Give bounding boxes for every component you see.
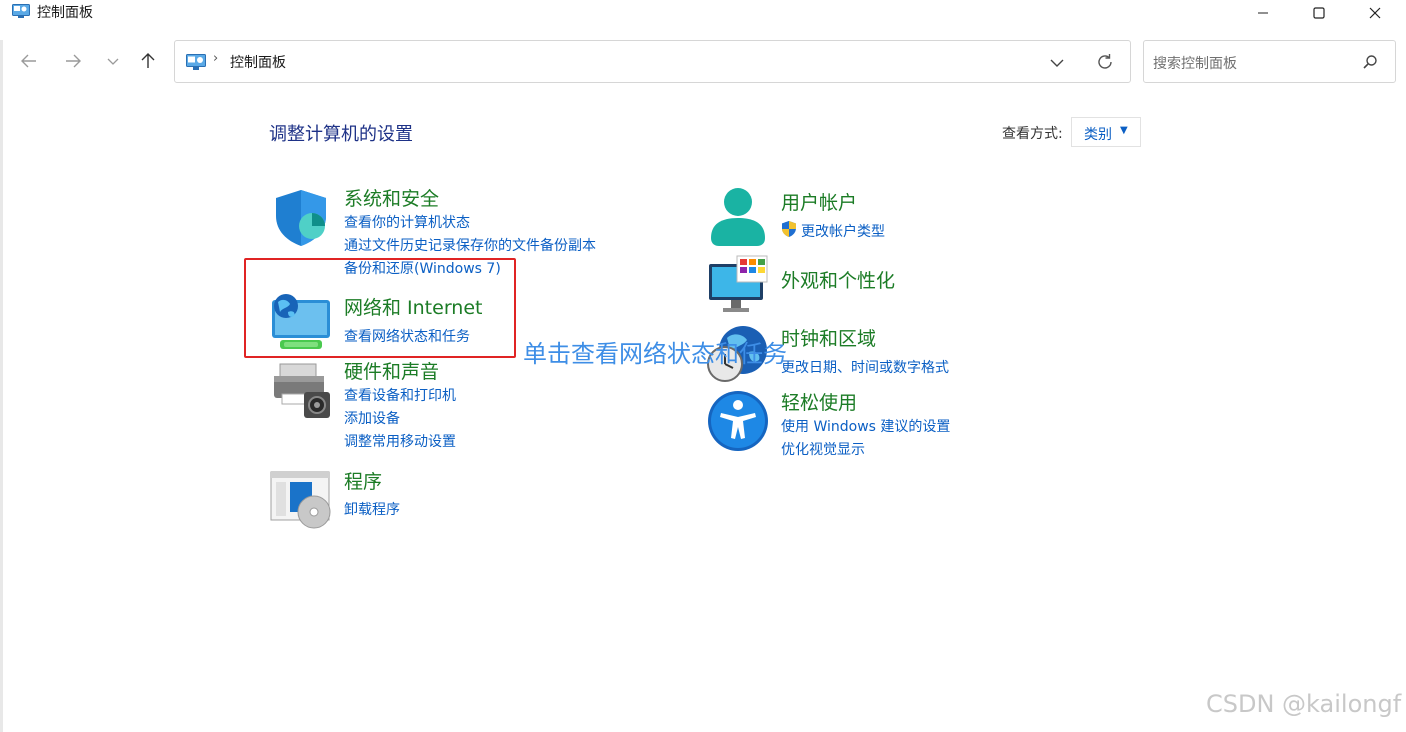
title-bar: 控制面板 [0,0,1406,26]
link-mobility-settings[interactable]: 调整常用移动设置 [344,431,456,451]
close-button[interactable] [1352,0,1398,26]
category-programs[interactable]: 程序 [344,467,382,494]
category-clock-region[interactable]: 时钟和区域 [781,324,876,351]
category-system-security[interactable]: 系统和安全 [344,184,439,211]
view-by-label: 查看方式: [1002,126,1063,142]
refresh-icon[interactable] [1095,52,1115,72]
annotation-text: 单击查看网络状态和任务 [523,340,787,368]
programs-icon [270,471,331,529]
arrow-left-icon [21,54,36,68]
breadcrumb-control-panel[interactable]: 控制面板 [230,52,286,72]
chevron-down-icon [107,58,119,65]
category-hardware-sound[interactable]: 硬件和声音 [344,357,439,384]
link-file-history-backup[interactable]: 通过文件历史记录保存你的文件备份副本 [344,235,596,255]
minimize-button[interactable] [1240,0,1286,26]
address-bar[interactable]: › 控制面板 [174,40,1131,83]
link-add-device[interactable]: 添加设备 [344,408,400,428]
control-panel-icon [186,54,206,70]
recent-locations-button[interactable] [101,49,125,73]
link-change-date-time-format[interactable]: 更改日期、时间或数字格式 [781,357,949,377]
category-user-accounts[interactable]: 用户帐户 [781,188,857,215]
up-button[interactable] [136,49,160,73]
navigation-bar: › 控制面板 搜索控制面板 [0,26,1406,98]
printer-icon [274,363,330,418]
user-icon [711,188,765,246]
view-by-select[interactable]: 类别 ▼ [1071,117,1141,147]
minimize-icon [1258,12,1268,14]
accessibility-icon [708,391,768,451]
category-appearance[interactable]: 外观和个性化 [781,266,895,293]
arrow-right-icon [66,54,81,68]
window-title: 控制面板 [37,5,93,21]
watermark: CSDN @kailongf [1206,690,1402,718]
link-optimize-visual-display[interactable]: 优化视觉显示 [781,439,865,459]
close-icon [1369,7,1381,19]
shield-icon [276,190,326,246]
uac-shield-icon [782,221,796,237]
chevron-down-icon[interactable] [1047,53,1067,73]
back-button[interactable] [17,49,41,73]
search-icon[interactable] [1362,54,1378,70]
link-view-computer-status[interactable]: 查看你的计算机状态 [344,212,470,232]
link-recommended-settings[interactable]: 使用 Windows 建议的设置 [781,416,950,436]
page-title: 调整计算机的设置 [269,124,413,145]
category-ease-of-access[interactable]: 轻松使用 [781,388,857,415]
window-border [0,40,3,732]
caret-down-icon: ▼ [1120,125,1128,136]
search-input[interactable]: 搜索控制面板 [1143,40,1396,83]
search-placeholder: 搜索控制面板 [1153,56,1237,72]
breadcrumb-separator: › [213,51,219,66]
link-uninstall-program[interactable]: 卸载程序 [344,499,400,519]
control-panel-icon [12,4,30,18]
annotation-highlight-box [244,258,516,358]
link-change-account-type[interactable]: 更改帐户类型 [801,221,885,241]
arrow-up-icon [141,53,155,68]
forward-button[interactable] [61,49,85,73]
link-devices-printers[interactable]: 查看设备和打印机 [344,385,456,405]
maximize-button[interactable] [1296,0,1342,26]
monitor-icon [709,255,768,312]
view-by-value: 类别 [1084,127,1112,143]
maximize-icon [1313,7,1325,19]
